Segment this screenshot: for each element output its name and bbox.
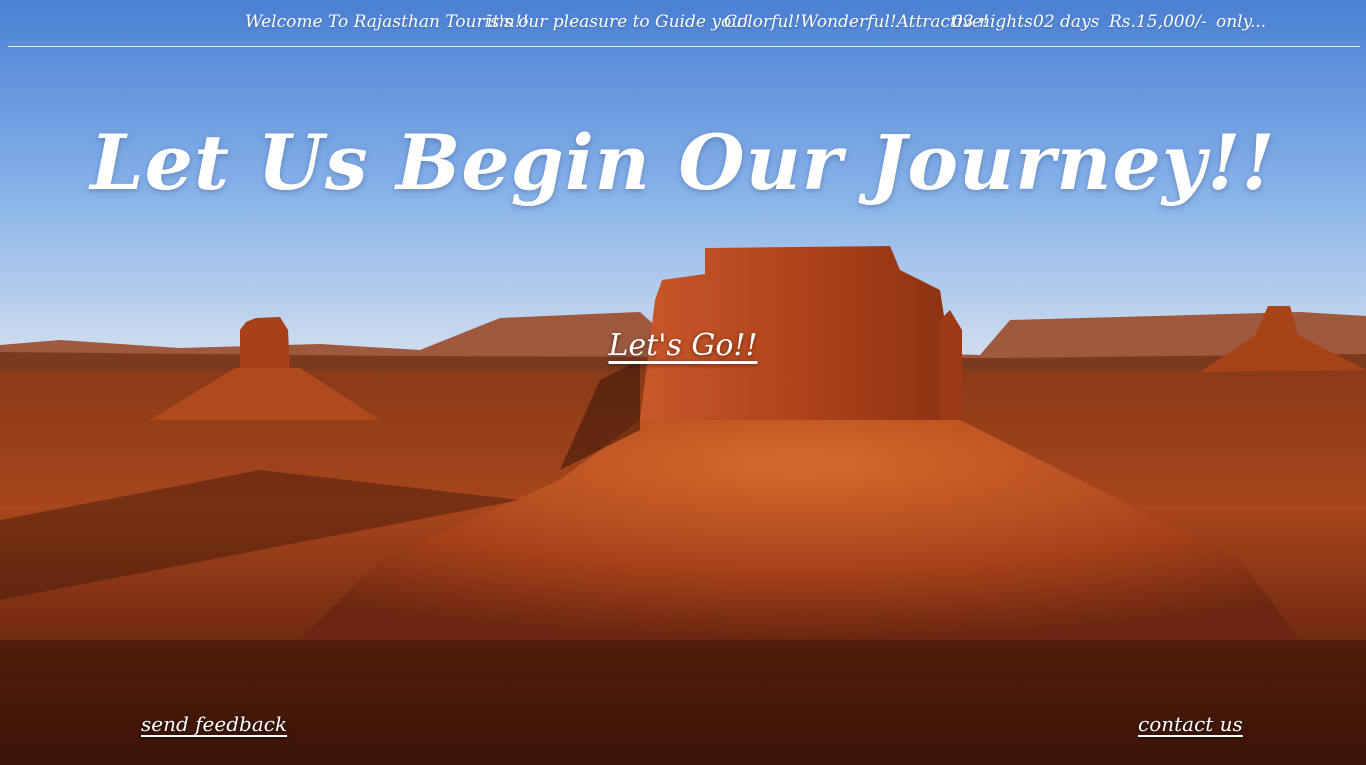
top-divider — [8, 46, 1360, 47]
price-text: Rs.15,000/- — [1109, 12, 1207, 32]
lets-go-link[interactable]: Let's Go!! — [608, 328, 757, 363]
send-feedback-link[interactable]: send feedback — [141, 712, 287, 736]
nights-text: 03 nights — [952, 12, 1033, 32]
top-banner: Welcome To Rajasthan Tourism!! it's our … — [0, 0, 1366, 47]
cta-container: Let's Go!! — [0, 328, 1366, 363]
hero-headline: Let Us Begin Our Journey!! — [90, 118, 1276, 207]
contact-us-link[interactable]: contact us — [1138, 712, 1243, 736]
pleasure-text: it's our pleasure to Guide you! — [487, 12, 749, 32]
background-landscape — [0, 0, 1366, 765]
days-text: 02 days — [1033, 12, 1100, 32]
price-suffix-text: only... — [1216, 12, 1267, 32]
tagline-text: Colorful!Wonderful!Attractive! — [724, 12, 989, 32]
